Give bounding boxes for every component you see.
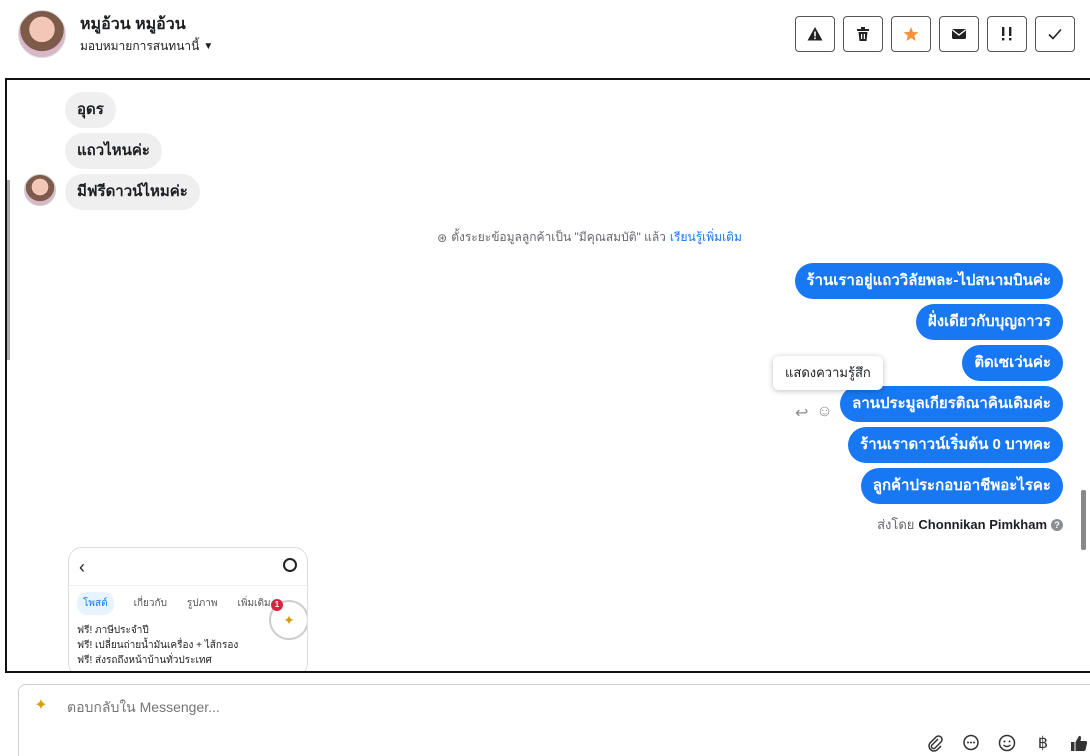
incoming-message[interactable]: อุดร	[65, 92, 116, 128]
thumbs-up-icon[interactable]	[1068, 732, 1090, 754]
learn-more-link[interactable]: เรียนรู้เพิ่มเติม	[670, 228, 742, 247]
back-icon: ‹	[79, 557, 85, 577]
conversation-thread[interactable]: อุดร แถวไหนค่ะ มีฟรีดาวน์ไหมค่ะ ⊛ ตั้งระ…	[5, 78, 1090, 673]
react-tooltip: แสดงความรู้สึก	[773, 356, 883, 390]
card-tab: รูปภาพ	[186, 598, 218, 609]
help-icon[interactable]: ?	[1051, 518, 1063, 531]
react-icon[interactable]: ☺	[816, 403, 832, 423]
check-icon	[1048, 28, 1062, 40]
card-tab: เพิ่มเติม	[237, 598, 271, 609]
card-tab: เกี่ยวกับ	[133, 598, 167, 609]
search-icon	[283, 558, 297, 572]
baht-icon[interactable]: ฿	[1032, 732, 1054, 754]
chat-icon[interactable]	[960, 732, 982, 754]
outgoing-message[interactable]: ลานประมูลเกียรติณาคินเดิมค่ะ	[840, 386, 1063, 422]
reply-icon[interactable]: ↩	[795, 403, 808, 423]
conversation-toolbar	[795, 16, 1075, 52]
conversation-header: หมูอ้วน หมูอ้วน มอบหมายการสนทนานี้ ▼	[0, 0, 1090, 78]
right-scrollbar[interactable]	[1081, 490, 1086, 550]
notification-badge: 1	[271, 599, 283, 611]
contact-avatar[interactable]	[18, 10, 66, 58]
reply-input[interactable]	[67, 699, 567, 715]
outgoing-message[interactable]: ฝั่งเดียวกับบุญถาวร	[915, 304, 1063, 340]
mark-unread-button[interactable]	[939, 16, 979, 52]
shared-image-card[interactable]: ‹ โพสต์ เกี่ยวกับ รูปภาพ เพิ่มเติม ฟรี! …	[68, 547, 308, 671]
mark-done-button[interactable]	[1035, 16, 1075, 52]
outgoing-message[interactable]: ติดเซเว่นค่ะ	[962, 345, 1063, 381]
paperclip-icon[interactable]	[924, 732, 946, 754]
incoming-message[interactable]: มีฟรีดาวน์ไหมค่ะ	[65, 174, 200, 210]
caret-down-icon: ▼	[203, 41, 214, 52]
card-line: ฟรี! ภาษีประจำปี	[77, 625, 149, 636]
incoming-message[interactable]: แถวไหนค่ะ	[65, 133, 162, 169]
assign-label: มอบหมายการสนทนานี้	[80, 39, 200, 53]
assign-conversation-dropdown[interactable]: มอบหมายการสนทนานี้ ▼	[80, 37, 213, 56]
card-line: ฟรี! เปลี่ยนถ่ายน้ำมันเครื่อง + ไส้กรอง	[77, 640, 239, 651]
warning-icon	[807, 27, 823, 41]
follow-up-button[interactable]	[987, 16, 1027, 52]
trash-icon	[857, 27, 869, 41]
emoji-icon[interactable]	[996, 732, 1018, 754]
card-header: ‹	[69, 548, 307, 586]
exclamation-icon	[1002, 27, 1012, 41]
card-tab: โพสต์	[77, 592, 114, 615]
star-icon	[903, 27, 919, 41]
atom-icon: ⊛	[437, 230, 448, 245]
reply-composer: ✦ ฿	[18, 684, 1090, 756]
card-line: ฟรี! ส่งรถถึงหน้าบ้านทั่วประเทศ	[77, 655, 212, 666]
contact-name[interactable]: หมูอ้วน หมูอ้วน	[80, 12, 186, 37]
envelope-icon	[952, 29, 966, 39]
star-button[interactable]	[891, 16, 931, 52]
contact-avatar-small	[24, 174, 56, 206]
sent-by-label: ส่งโดย Chonnikan Pimkham ?	[877, 514, 1063, 535]
spam-button[interactable]	[795, 16, 835, 52]
sent-by-prefix: ส่งโดย	[877, 517, 915, 532]
outgoing-message[interactable]: ร้านเราอยู่แถววิลัยพละ-ไปสนามบินค่ะ	[794, 263, 1063, 299]
system-note: ⊛ ตั้งระยะข้อมูลลูกค้าเป็น "มีคุณสมบัติ"…	[7, 228, 1090, 247]
outgoing-message[interactable]: ร้านเราดาวน์เริ่มต้น 0 บาทคะ	[848, 427, 1063, 463]
message-hover-actions: ↩ ☺	[795, 403, 833, 423]
composer-tools: ฿	[924, 732, 1090, 754]
system-note-text: ตั้งระยะข้อมูลลูกค้าเป็น "มีคุณสมบัติ" แ…	[451, 230, 666, 244]
delete-button[interactable]	[843, 16, 883, 52]
left-scrollbar[interactable]	[7, 180, 10, 360]
outgoing-message[interactable]: ลูกค้าประกอบอาชีพอะไรคะ	[860, 468, 1063, 504]
page-logo: ✦	[34, 697, 48, 714]
sender-name: Chonnikan Pimkham	[918, 517, 1047, 532]
